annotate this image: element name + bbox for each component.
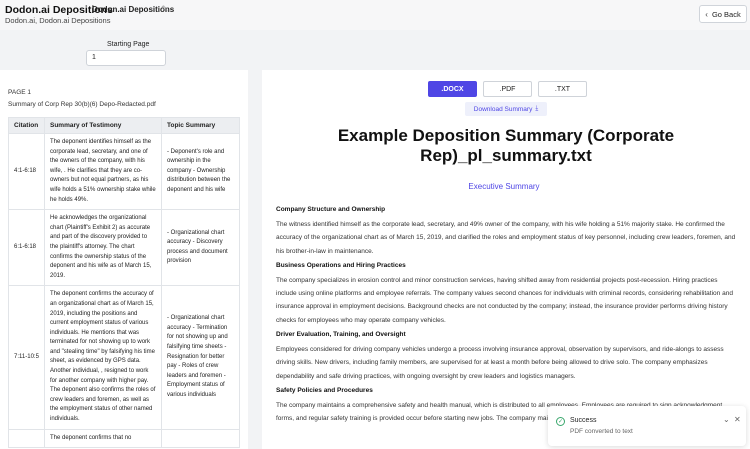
table-row: The deponent confirms that no: [8, 428, 240, 449]
section-heading: Driver Evaluation, Training, and Oversig…: [276, 331, 406, 339]
chevron-down-icon[interactable]: ⌄: [723, 415, 730, 424]
download-summary-button[interactable]: Download Summary ⤓: [465, 102, 547, 116]
summary-cell: The deponent identifies himself as the c…: [44, 132, 162, 211]
chevron-left-icon: ‹: [705, 9, 708, 19]
executive-summary-heading: Executive Summary: [468, 182, 540, 191]
column-header-summary: Summary of Testimony: [44, 117, 162, 134]
toast-message: PDF converted to text: [570, 428, 633, 435]
section-heading: Company Structure and Ownership: [276, 206, 386, 213]
breadcrumb: Dodon.ai, Dodon.ai Depositions: [5, 16, 111, 25]
starting-page-label: Starting Page: [107, 41, 150, 48]
toast-title: Success: [570, 417, 597, 424]
summary-cell: The deponent confirms the accuracy of an…: [44, 285, 162, 430]
summary-panel[interactable]: .DOCX .PDF .TXT Download Summary ⤓ Examp…: [262, 70, 750, 449]
success-toast: ✓ Success PDF converted to text ⌄ ✕: [548, 406, 746, 446]
top-bar: Dodon.ai Depositions Dodon.ai Deposition…: [0, 0, 750, 30]
section-body: Employees considered for driving company…: [276, 346, 724, 380]
document-title: Example Deposition Summary (Corporate Re…: [337, 126, 675, 165]
testimony-table: Citation Summary of Testimony Topic Summ…: [8, 117, 240, 449]
citation-cell: 4:1-6:18: [8, 132, 45, 211]
txt-button[interactable]: .TXT: [538, 81, 587, 97]
docx-button[interactable]: .DOCX: [428, 81, 477, 97]
topic-cell: - Organizational chart accuracy - Termin…: [161, 285, 240, 430]
citation-cell: [8, 428, 45, 449]
section-heading: Safety Policies and Procedures: [276, 386, 373, 394]
column-header-citation: Citation: [8, 117, 45, 134]
topic-cell: - Organizational chart accuracy - Discov…: [161, 209, 240, 287]
close-icon[interactable]: ✕: [734, 415, 741, 424]
topic-cell: [161, 428, 240, 449]
download-icon: ⤓: [535, 105, 539, 112]
summary-cell: The deponent confirms that no: [44, 428, 162, 449]
pdf-button[interactable]: .PDF: [483, 81, 532, 97]
citation-cell: 6:1-6:18: [8, 209, 45, 287]
table-row: 4:1-6:18 The deponent identifies himself…: [8, 132, 240, 211]
topic-cell: - Deponent's role and ownership in the c…: [161, 132, 240, 211]
section-heading: Business Operations and Hiring Practices: [276, 261, 406, 269]
download-summary-label: Download Summary: [473, 105, 533, 113]
summary-cell: He acknowledges the organizational chart…: [44, 209, 162, 287]
testimony-panel[interactable]: PAGE 1 Summary of Corp Rep 30(b)(6) Depo…: [0, 70, 248, 449]
table-row: 6:1-6:18 He acknowledges the organizatio…: [8, 209, 240, 287]
column-header-topic: Topic Summary: [161, 117, 240, 134]
citation-cell: 7:11-10:5: [8, 285, 45, 430]
go-back-label: Go Back: [711, 9, 741, 19]
page-label: PAGE 1: [8, 89, 32, 96]
summary-sections: Company Structure and Ownership The witn…: [276, 203, 738, 427]
go-back-button[interactable]: ‹ Go Back: [699, 5, 747, 23]
file-name: Summary of Corp Rep 30(b)(6) Depo-Redact…: [8, 101, 156, 108]
starting-page-input[interactable]: 1: [86, 50, 166, 66]
check-circle-icon: ✓: [556, 417, 565, 426]
pencil-icon[interactable]: ✎: [161, 4, 169, 15]
section-body: The company specializes in erosion contr…: [276, 276, 733, 324]
table-row: 7:11-10:5 The deponent confirms the accu…: [8, 285, 240, 430]
section-body: The witness identified himself as the co…: [276, 221, 736, 255]
